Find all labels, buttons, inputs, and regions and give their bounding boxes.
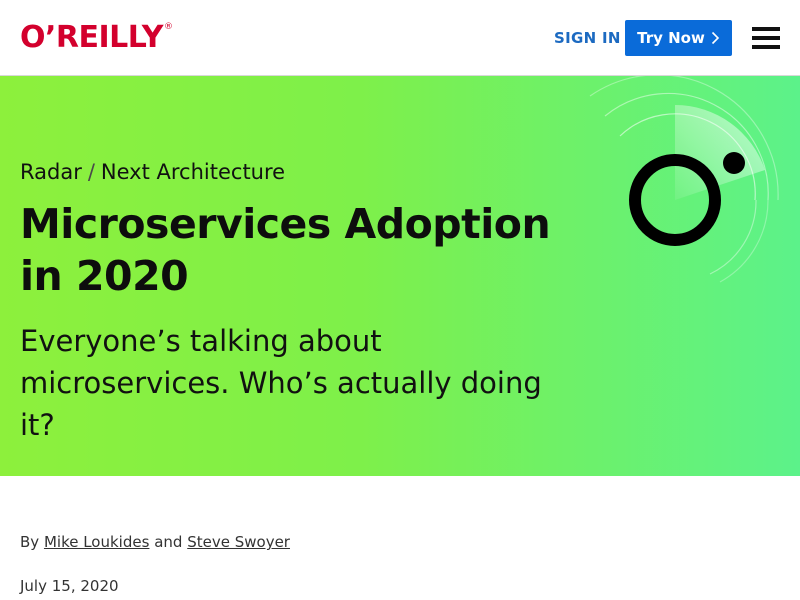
article-subtitle: Everyone’s talking about microservices. …	[20, 324, 542, 442]
article-byline: By Mike Loukides and Steve Swoyer	[20, 532, 290, 552]
site-header: O’REILLY ® SIGN IN Try Now	[0, 0, 800, 76]
breadcrumb: Radar / Next Architecture	[20, 158, 285, 186]
try-now-button[interactable]: Try Now	[625, 20, 732, 56]
publish-date: July 15, 2020	[20, 577, 119, 595]
author-link-mike-loukides[interactable]: Mike Loukides	[44, 533, 149, 551]
author-link-steve-swoyer[interactable]: Steve Swoyer	[187, 533, 290, 551]
breadcrumb-radar[interactable]: Radar	[20, 160, 82, 184]
logo-wordmark: O’REILLY	[20, 20, 163, 55]
article-hero: Radar / Next Architecture Microservices Ad…	[0, 76, 800, 476]
article-title: Microservices Adoption in 2020	[20, 200, 551, 300]
try-now-label: Try Now	[637, 29, 705, 47]
byline-prefix: By	[20, 533, 40, 551]
sign-in-link[interactable]: SIGN IN	[554, 28, 621, 48]
radar-icon	[589, 76, 779, 283]
registered-mark: ®	[163, 22, 173, 32]
breadcrumb-next-architecture[interactable]: Next Architecture	[101, 160, 285, 184]
oreilly-logo[interactable]: O’REILLY ®	[20, 18, 173, 58]
chevron-right-icon	[711, 31, 719, 45]
byline-joiner: and	[154, 533, 183, 551]
breadcrumb-separator: /	[87, 160, 95, 184]
hamburger-menu-icon[interactable]	[752, 25, 780, 49]
